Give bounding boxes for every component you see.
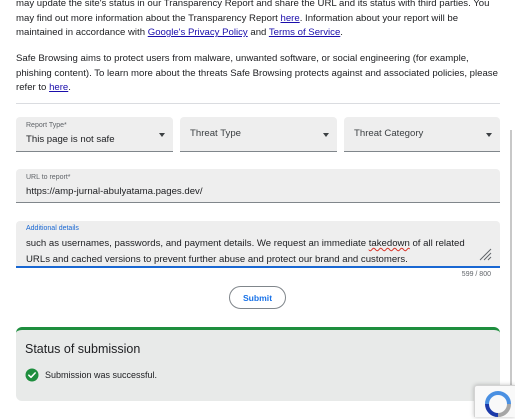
- status-title: Status of submission: [25, 342, 141, 356]
- safe-browsing-paragraph: Safe Browsing aims to protect users from…: [16, 52, 498, 96]
- terms-of-service-link[interactable]: Terms of Service: [269, 27, 340, 38]
- threat-category-placeholder: Threat Category: [354, 128, 424, 139]
- report-type-select[interactable]: Report Type* This page is not safe: [16, 117, 173, 152]
- recaptcha-logo-icon: [485, 391, 511, 417]
- resize-handle-icon[interactable]: [478, 247, 492, 261]
- additional-details-textarea[interactable]: Additional details such as usernames, pa…: [16, 221, 500, 268]
- check-circle-icon: [25, 368, 39, 382]
- recaptcha-badge[interactable]: [474, 385, 515, 417]
- character-counter: 599 / 800: [461, 271, 491, 278]
- threat-category-select[interactable]: Threat Category: [344, 117, 500, 152]
- intro-text: .: [340, 27, 343, 38]
- safe-browsing-text: Safe Browsing aims to protect users from…: [16, 53, 498, 93]
- threat-type-select[interactable]: Threat Type: [180, 117, 337, 152]
- details-text-part: such as usernames, passwords, and paymen…: [26, 238, 369, 249]
- report-type-value: This page is not safe: [26, 134, 115, 145]
- intro-paragraph: may update the site's status in our Tran…: [16, 0, 498, 41]
- safe-browsing-policies-link[interactable]: here: [49, 82, 68, 93]
- submit-button[interactable]: Submit: [229, 286, 286, 309]
- privacy-policy-link[interactable]: Google's Privacy Policy: [148, 27, 248, 38]
- safe-browsing-text: .: [68, 82, 71, 93]
- url-value: https://amp-jurnal-abulyatama.pages.dev/: [26, 186, 203, 197]
- submission-status-panel: Status of submission Submission was succ…: [16, 327, 500, 401]
- url-input[interactable]: URL to report* https://amp-jurnal-abulya…: [16, 169, 500, 203]
- dropdown-arrow-icon: [323, 133, 329, 137]
- additional-details-text: such as usernames, passwords, and paymen…: [26, 236, 486, 267]
- intro-text: and: [247, 27, 269, 38]
- threat-type-placeholder: Threat Type: [190, 128, 242, 139]
- misspelled-word: takedown: [368, 238, 410, 249]
- dropdown-arrow-icon: [159, 133, 165, 137]
- status-message: Submission was successful.: [45, 370, 158, 380]
- transparency-report-link[interactable]: here: [281, 13, 300, 24]
- scrollbar[interactable]: [510, 130, 512, 417]
- report-type-label: Report Type*: [26, 122, 67, 129]
- url-label: URL to report*: [26, 174, 71, 181]
- dropdown-arrow-icon: [486, 133, 492, 137]
- divider: [16, 103, 500, 104]
- additional-details-label: Additional details: [26, 225, 79, 232]
